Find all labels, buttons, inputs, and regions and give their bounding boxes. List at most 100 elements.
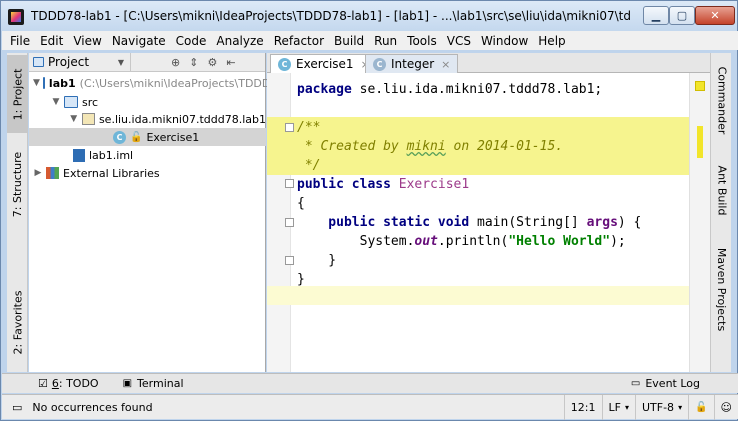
- tool-tab-favorites[interactable]: 2: Favorites: [7, 283, 28, 361]
- caret-position[interactable]: 12:1: [563, 394, 602, 420]
- caret-line-highlight: [267, 286, 689, 305]
- menu-window[interactable]: Window: [477, 34, 532, 48]
- code-line-4: */: [297, 158, 321, 173]
- tool-tab-structure[interactable]: 7: Structure: [7, 145, 28, 223]
- chevron-down-icon: ▾: [678, 402, 683, 412]
- fold-marker-icon[interactable]: [285, 218, 294, 227]
- source-folder-icon: [64, 96, 78, 108]
- menu-navigate[interactable]: Navigate: [108, 34, 170, 48]
- file-encoding[interactable]: UTF-8 ▾: [634, 394, 688, 420]
- menu-help[interactable]: Help: [534, 34, 569, 48]
- maximize-icon: ▢: [676, 9, 688, 22]
- code-line-8: System.out.println("Hello World");: [297, 234, 626, 249]
- status-bar: ▭ No occurrences found 12:1 LF ▾ UTF-8 ▾ 🔓…: [2, 394, 738, 420]
- code-line-1: package se.liu.ida.mikni07.tddd78.lab1;: [297, 82, 603, 97]
- menu-tools[interactable]: Tools: [403, 34, 441, 48]
- code-line-2: /**: [297, 120, 321, 135]
- menu-analyze[interactable]: Analyze: [212, 34, 267, 48]
- tool-tab-ant-build[interactable]: Ant Build: [711, 153, 732, 227]
- code-editor[interactable]: package se.liu.ida.mikni07.tddd78.lab1; …: [267, 73, 710, 372]
- menu-code[interactable]: Code: [172, 34, 211, 48]
- libraries-icon: [46, 167, 59, 179]
- menu-bar: File Edit View Navigate Code Analyze Ref…: [2, 31, 738, 50]
- minimize-icon: ▁: [651, 9, 661, 22]
- tool-tab-project[interactable]: 1: Project: [7, 55, 28, 133]
- project-view-selector[interactable]: Project ▼: [33, 52, 131, 72]
- tool-button-todo[interactable]: ☑ 6 : TODO: [38, 377, 99, 390]
- menu-run[interactable]: Run: [370, 34, 401, 48]
- tool-tab-commander[interactable]: Commander: [711, 57, 732, 143]
- event-log-icon: ▭: [630, 378, 641, 389]
- window-title: TDDD78-lab1 - [C:\Users\mikni\IdeaProjec…: [31, 9, 631, 23]
- minimize-button[interactable]: ▁: [643, 6, 669, 25]
- expanded-arrow-icon: ▼: [33, 78, 40, 88]
- close-button[interactable]: ✕: [695, 6, 735, 25]
- left-tool-strip: 1: Project 7: Structure 2: Favorites: [7, 53, 28, 372]
- close-tab-icon[interactable]: ×: [441, 58, 450, 71]
- menu-refactor[interactable]: Refactor: [270, 34, 328, 48]
- package-icon: [81, 113, 95, 125]
- tool-button-terminal[interactable]: ▣ Terminal: [123, 377, 184, 390]
- tool-tab-maven-projects[interactable]: Maven Projects: [711, 239, 732, 339]
- menu-view[interactable]: View: [69, 34, 105, 48]
- menu-build[interactable]: Build: [330, 34, 368, 48]
- code-line-6: {: [297, 196, 305, 211]
- status-message: No occurrences found: [32, 400, 153, 414]
- hide-panel-icon[interactable]: ⇤: [226, 56, 235, 69]
- chevron-down-icon: ▾: [624, 402, 629, 412]
- project-panel: Project ▼ ⊕ ⇕ ⚙ ⇤ ▼ lab1 (C:\Users\mikni…: [29, 52, 270, 372]
- project-view-icon: [33, 57, 44, 67]
- maximize-button[interactable]: ▢: [669, 6, 695, 25]
- module-file-icon: [73, 148, 85, 162]
- code-line-5: public class Exercise1: [297, 177, 470, 192]
- inspector-face-icon: ☺: [720, 400, 732, 414]
- expanded-arrow-icon: ▼: [52, 97, 60, 107]
- tree-item-exercise1[interactable]: C 🔓 Exercise1: [29, 128, 266, 146]
- expanded-arrow-icon: ▼: [70, 114, 78, 124]
- java-class-icon: C: [113, 130, 126, 144]
- terminal-icon: ▣: [122, 378, 133, 389]
- warning-marker[interactable]: [697, 126, 703, 158]
- editor-error-stripe[interactable]: [689, 73, 710, 372]
- inspection-status-icon[interactable]: [695, 81, 705, 91]
- hector-button[interactable]: ☺: [713, 394, 738, 420]
- fold-marker-icon[interactable]: [285, 256, 294, 265]
- menu-edit[interactable]: Edit: [36, 34, 67, 48]
- todo-icon: ☑: [38, 377, 48, 390]
- menu-file[interactable]: File: [6, 34, 34, 48]
- status-panel-toggle-icon[interactable]: ▭: [12, 401, 22, 414]
- line-separator[interactable]: LF ▾: [601, 394, 635, 420]
- tree-item-package[interactable]: ▼ se.liu.ida.mikni07.tddd78.lab1: [29, 110, 266, 128]
- chevron-down-icon: ▼: [117, 57, 124, 67]
- code-line-10: }: [297, 272, 305, 287]
- tree-item-lab1-iml[interactable]: lab1.iml: [29, 146, 266, 164]
- close-icon: ✕: [710, 9, 720, 22]
- read-only-toggle[interactable]: 🔓: [688, 394, 713, 420]
- fold-marker-icon[interactable]: [285, 179, 294, 188]
- compiled-class-icon: C: [373, 57, 386, 71]
- code-line-3: * Created by mikni on 2014-01-15.: [297, 139, 564, 154]
- tree-item-lab1[interactable]: ▼ lab1 (C:\Users\mikni\IdeaProjects\TDDD: [29, 74, 270, 92]
- code-line-9: }: [297, 253, 337, 268]
- tree-item-external-libraries[interactable]: ▶ External Libraries: [29, 164, 266, 182]
- collapsed-arrow-icon: ▶: [34, 168, 42, 178]
- collapse-icon[interactable]: ⇕: [189, 56, 198, 69]
- tab-exercise1[interactable]: C Exercise1 ×: [270, 54, 378, 73]
- tree-item-src[interactable]: ▼ src: [29, 93, 266, 111]
- title-bar: TDDD78-lab1 - [C:\Users\mikni\IdeaProjec…: [1, 1, 737, 31]
- fold-marker-icon[interactable]: [285, 123, 294, 132]
- ide-window: TDDD78-lab1 - [C:\Users\mikni\IdeaProjec…: [0, 0, 738, 421]
- bottom-tool-bar: ☑ 6 : TODO ▣ Terminal ▭ Event Log: [2, 373, 738, 393]
- lock-icon: 🔓: [130, 131, 143, 143]
- module-folder-icon: [42, 77, 45, 89]
- menu-vcs[interactable]: VCS: [443, 34, 475, 48]
- intellij-logo-icon: [8, 9, 24, 25]
- target-icon[interactable]: ⊕: [171, 56, 180, 69]
- code-line-7: public static void main(String[] args) {: [297, 215, 642, 230]
- project-panel-header: Project ▼ ⊕ ⇕ ⚙ ⇤: [29, 52, 265, 72]
- tool-button-event-log[interactable]: ▭ Event Log: [631, 377, 700, 390]
- gear-icon[interactable]: ⚙: [207, 56, 217, 69]
- java-class-icon: C: [278, 57, 291, 71]
- editor-tab-bar: C Exercise1 × C Integer ×: [267, 53, 710, 73]
- tab-integer[interactable]: C Integer ×: [365, 54, 459, 73]
